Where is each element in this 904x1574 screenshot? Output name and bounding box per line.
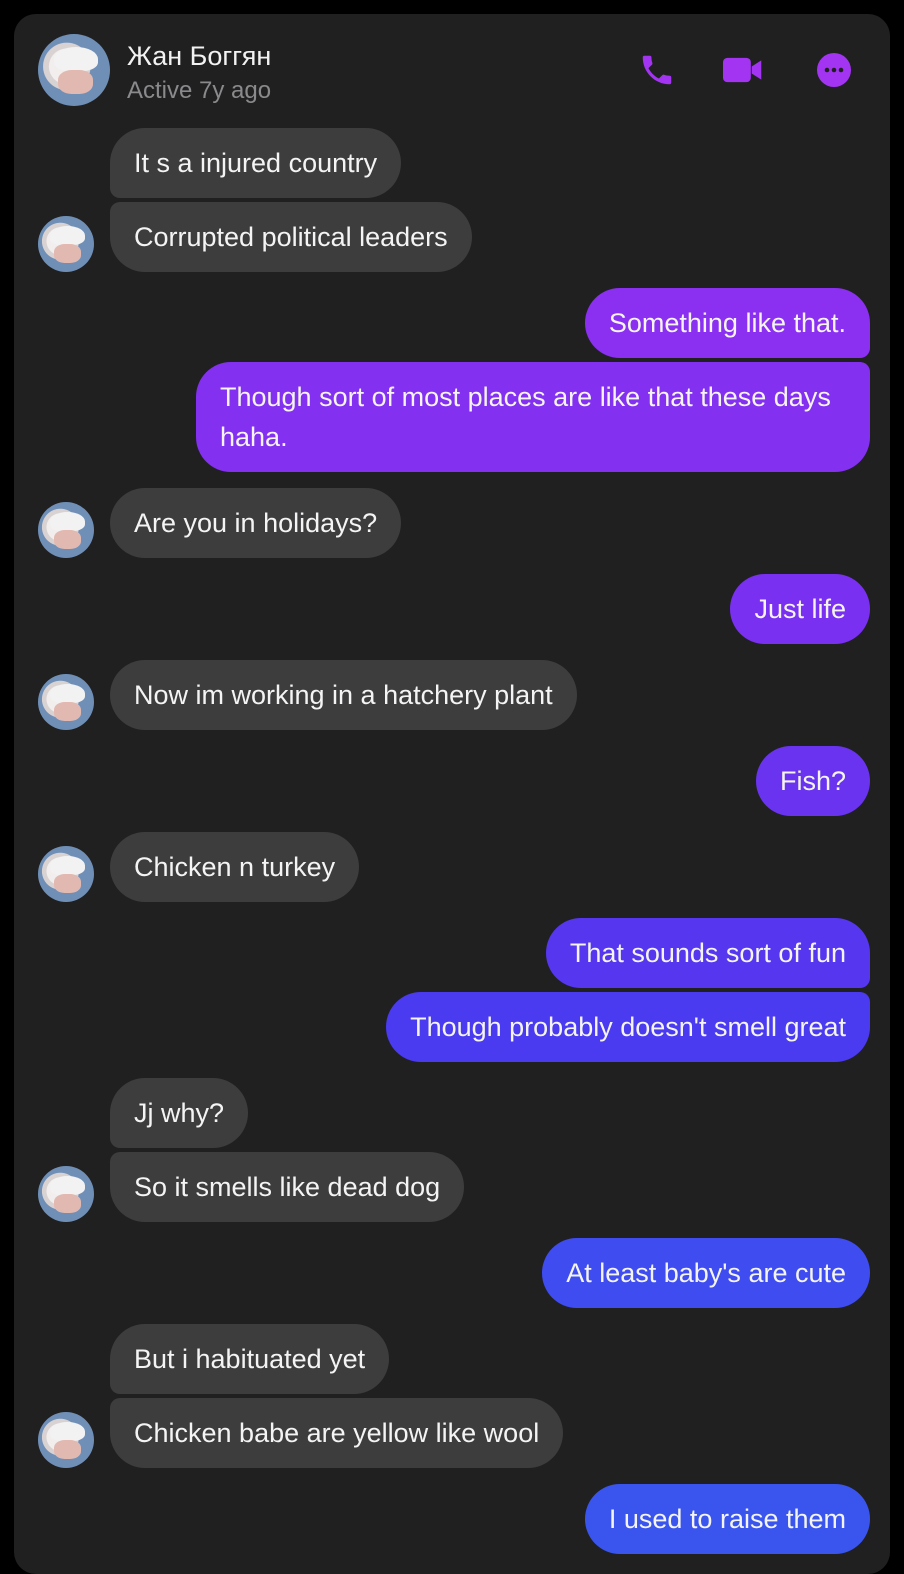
message-incoming[interactable]: Chicken n turkey xyxy=(110,832,360,902)
sender-avatar[interactable] xyxy=(38,674,94,730)
message-outgoing[interactable]: That sounds sort of fun xyxy=(545,918,870,988)
message-incoming[interactable]: Chicken babe are yellow like wool xyxy=(110,1398,564,1468)
message-outgoing[interactable]: Though probably doesn't smell great xyxy=(386,992,870,1062)
message-outgoing[interactable]: Something like that. xyxy=(584,288,870,358)
message-incoming[interactable]: So it smells like dead dog xyxy=(110,1152,465,1222)
sender-avatar[interactable] xyxy=(38,502,94,558)
message-incoming[interactable]: Corrupted political leaders xyxy=(110,202,472,272)
message-incoming[interactable]: Now im working in a hatchery plant xyxy=(110,660,577,730)
sender-avatar[interactable] xyxy=(38,1412,94,1468)
message-outgoing[interactable]: Fish? xyxy=(755,746,870,816)
message-outgoing[interactable]: At least baby's are cute xyxy=(542,1238,870,1308)
sender-avatar[interactable] xyxy=(38,216,94,272)
chat-window: Жан Боггян Active 7y ago It s a injured … xyxy=(14,14,890,1574)
message-incoming[interactable]: Are you in holidays? xyxy=(110,488,402,558)
message-outgoing[interactable]: Though sort of most places are like that… xyxy=(196,362,870,472)
sender-avatar[interactable] xyxy=(38,1166,94,1222)
message-list[interactable]: It s a injured country Corrupted politic… xyxy=(14,14,890,1574)
message-outgoing[interactable]: I used to raise them xyxy=(584,1484,870,1554)
message-incoming[interactable]: But i habituated yet xyxy=(110,1324,390,1394)
message-incoming[interactable]: It s a injured country xyxy=(110,128,402,198)
message-incoming[interactable]: Jj why? xyxy=(110,1078,249,1148)
message-outgoing[interactable]: Just life xyxy=(730,574,870,644)
sender-avatar[interactable] xyxy=(38,846,94,902)
